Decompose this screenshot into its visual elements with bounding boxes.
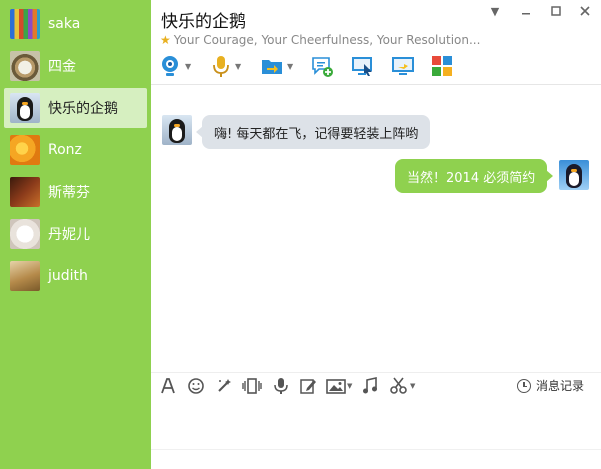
maximize-icon[interactable] <box>549 5 563 19</box>
contact-name: 四金 <box>48 59 76 75</box>
minimize-icon[interactable] <box>519 5 533 19</box>
chevron-down-icon[interactable]: ▼ <box>488 5 502 19</box>
chat-add-icon <box>312 57 333 77</box>
contact-name: judith <box>48 268 88 284</box>
contact-item-saka[interactable]: saka <box>4 4 147 44</box>
music-button[interactable] <box>361 376 379 396</box>
new-discussion-button[interactable] <box>310 53 334 79</box>
pencils-avatar <box>10 9 40 39</box>
voice-message-button[interactable] <box>272 376 290 396</box>
chevron-down-icon[interactable]: ▼ <box>347 382 352 390</box>
folder-icon <box>262 60 282 74</box>
emoji-button[interactable] <box>187 376 205 396</box>
emperor-penguin-avatar[interactable] <box>559 160 589 190</box>
coffee-avatar <box>10 51 40 81</box>
contact-name: saka <box>48 16 81 32</box>
contact-name: Ronz <box>48 142 82 158</box>
outgoing-message: 当然！2014 必须简约 <box>395 159 554 193</box>
contact-item-sijin[interactable]: 四金 <box>4 46 147 86</box>
contact-item-judith[interactable]: judith <box>4 256 147 296</box>
apps-button[interactable] <box>430 53 454 79</box>
remote-assist-button[interactable] <box>350 53 376 79</box>
contact-name: 丹妮儿 <box>48 227 90 243</box>
close-icon[interactable] <box>578 5 592 19</box>
voice-call-button[interactable]: ▼ <box>210 53 241 79</box>
tea-avatar <box>10 261 40 291</box>
penguin-avatar[interactable] <box>162 115 192 145</box>
contact-name: 快乐的企鹅 <box>48 101 118 117</box>
microphone-icon <box>213 56 229 77</box>
smiley-icon <box>188 378 204 394</box>
video-call-button[interactable]: ▼ <box>158 53 191 79</box>
chevron-down-icon[interactable]: ▼ <box>185 62 191 71</box>
send-file-button[interactable]: ▼ <box>260 53 293 79</box>
violin-avatar <box>10 177 40 207</box>
screenshot-button[interactable]: ▼ <box>389 376 415 396</box>
status-text: Your Courage, Your Cheerfulness, Your Re… <box>173 33 481 47</box>
status-line: ★ Your Courage, Your Cheerfulness, Your … <box>160 33 480 47</box>
send-image-button[interactable]: ▼ <box>326 376 352 396</box>
message-history-label: 消息记录 <box>536 379 585 393</box>
microphone-icon <box>274 378 288 394</box>
edit-icon <box>300 379 316 394</box>
presentation-icon <box>392 57 414 75</box>
doodle-button[interactable] <box>299 376 317 396</box>
contact-item-danni[interactable]: 丹妮儿 <box>4 214 147 254</box>
star-icon: ★ <box>160 33 171 47</box>
incoming-message: 嗨! 每天都在飞，记得要轻装上阵哟 <box>195 115 431 149</box>
chat-title: 快乐的企鹅 <box>161 12 246 32</box>
chevron-down-icon[interactable]: ▼ <box>287 62 293 71</box>
contact-item-happy-penguin[interactable]: 快乐的企鹅 <box>4 88 147 128</box>
shake-icon <box>242 378 262 394</box>
shake-window-button[interactable] <box>242 376 262 396</box>
contact-item-stefan[interactable]: 斯蒂芬 <box>4 172 147 212</box>
remote-desktop-icon <box>352 57 372 76</box>
screen-share-button[interactable] <box>390 53 416 79</box>
clock-icon <box>517 378 531 393</box>
magic-expression-button[interactable] <box>215 376 233 396</box>
header-divider <box>151 84 601 85</box>
image-icon <box>326 379 346 394</box>
input-divider <box>151 372 601 373</box>
bottom-divider <box>151 449 601 450</box>
contact-sidebar: saka 四金 快乐的企鹅 Ronz 斯蒂芬 丹妮儿 judith <box>0 0 151 469</box>
white-cat-avatar <box>10 219 40 249</box>
scissors-icon <box>390 377 407 394</box>
contact-name: 斯蒂芬 <box>48 185 90 201</box>
penguin-avatar <box>10 93 40 123</box>
font-button[interactable] <box>159 376 177 396</box>
font-icon <box>161 378 175 394</box>
magic-wand-icon <box>218 379 231 392</box>
chevron-down-icon[interactable]: ▼ <box>410 382 415 390</box>
message-history-button[interactable]: 消息记录 <box>517 377 584 394</box>
contact-item-ronz[interactable]: Ronz <box>4 130 147 170</box>
orange-flower-avatar <box>10 135 40 165</box>
webcam-icon <box>162 56 178 76</box>
chevron-down-icon[interactable]: ▼ <box>235 62 241 71</box>
music-note-icon <box>363 377 377 394</box>
apps-grid-icon <box>432 56 452 76</box>
